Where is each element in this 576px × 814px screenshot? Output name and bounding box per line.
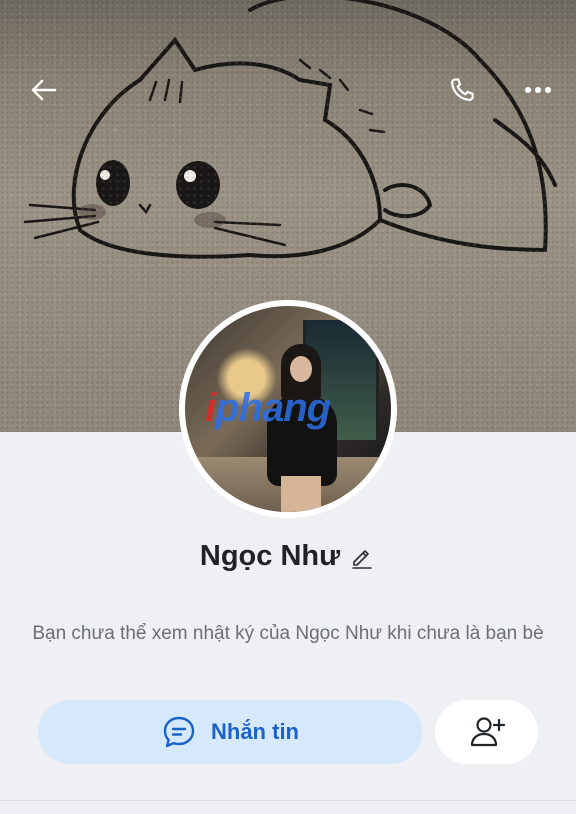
avatar-person-legs — [281, 476, 321, 512]
call-button[interactable] — [440, 68, 484, 112]
back-button[interactable] — [22, 68, 66, 112]
send-message-label: Nhắn tin — [211, 719, 299, 744]
add-friend-button[interactable] — [435, 700, 538, 764]
avatar-person-face — [290, 356, 312, 382]
add-user-icon — [470, 717, 505, 747]
profile-name-row: Ngọc Như — [0, 540, 576, 573]
send-message-button[interactable]: Nhắn tin — [38, 700, 422, 764]
watermark-logo: iphang — [205, 386, 331, 430]
privacy-notice: Bạn chưa thể xem nhật ký của Ngọc Như kh… — [32, 623, 544, 644]
edit-name-button[interactable] — [350, 544, 376, 570]
more-horizontal-icon — [525, 87, 551, 93]
pencil-icon — [352, 549, 372, 569]
arrow-left-icon — [31, 79, 57, 101]
more-options-button[interactable] — [516, 68, 560, 112]
chat-bubble-icon — [163, 716, 195, 748]
phone-icon — [451, 78, 474, 101]
avatar[interactable]: iphang — [185, 306, 391, 512]
bottom-divider — [0, 800, 576, 801]
avatar-frame: iphang — [179, 300, 397, 518]
profile-name: Ngọc Như — [199, 540, 341, 572]
